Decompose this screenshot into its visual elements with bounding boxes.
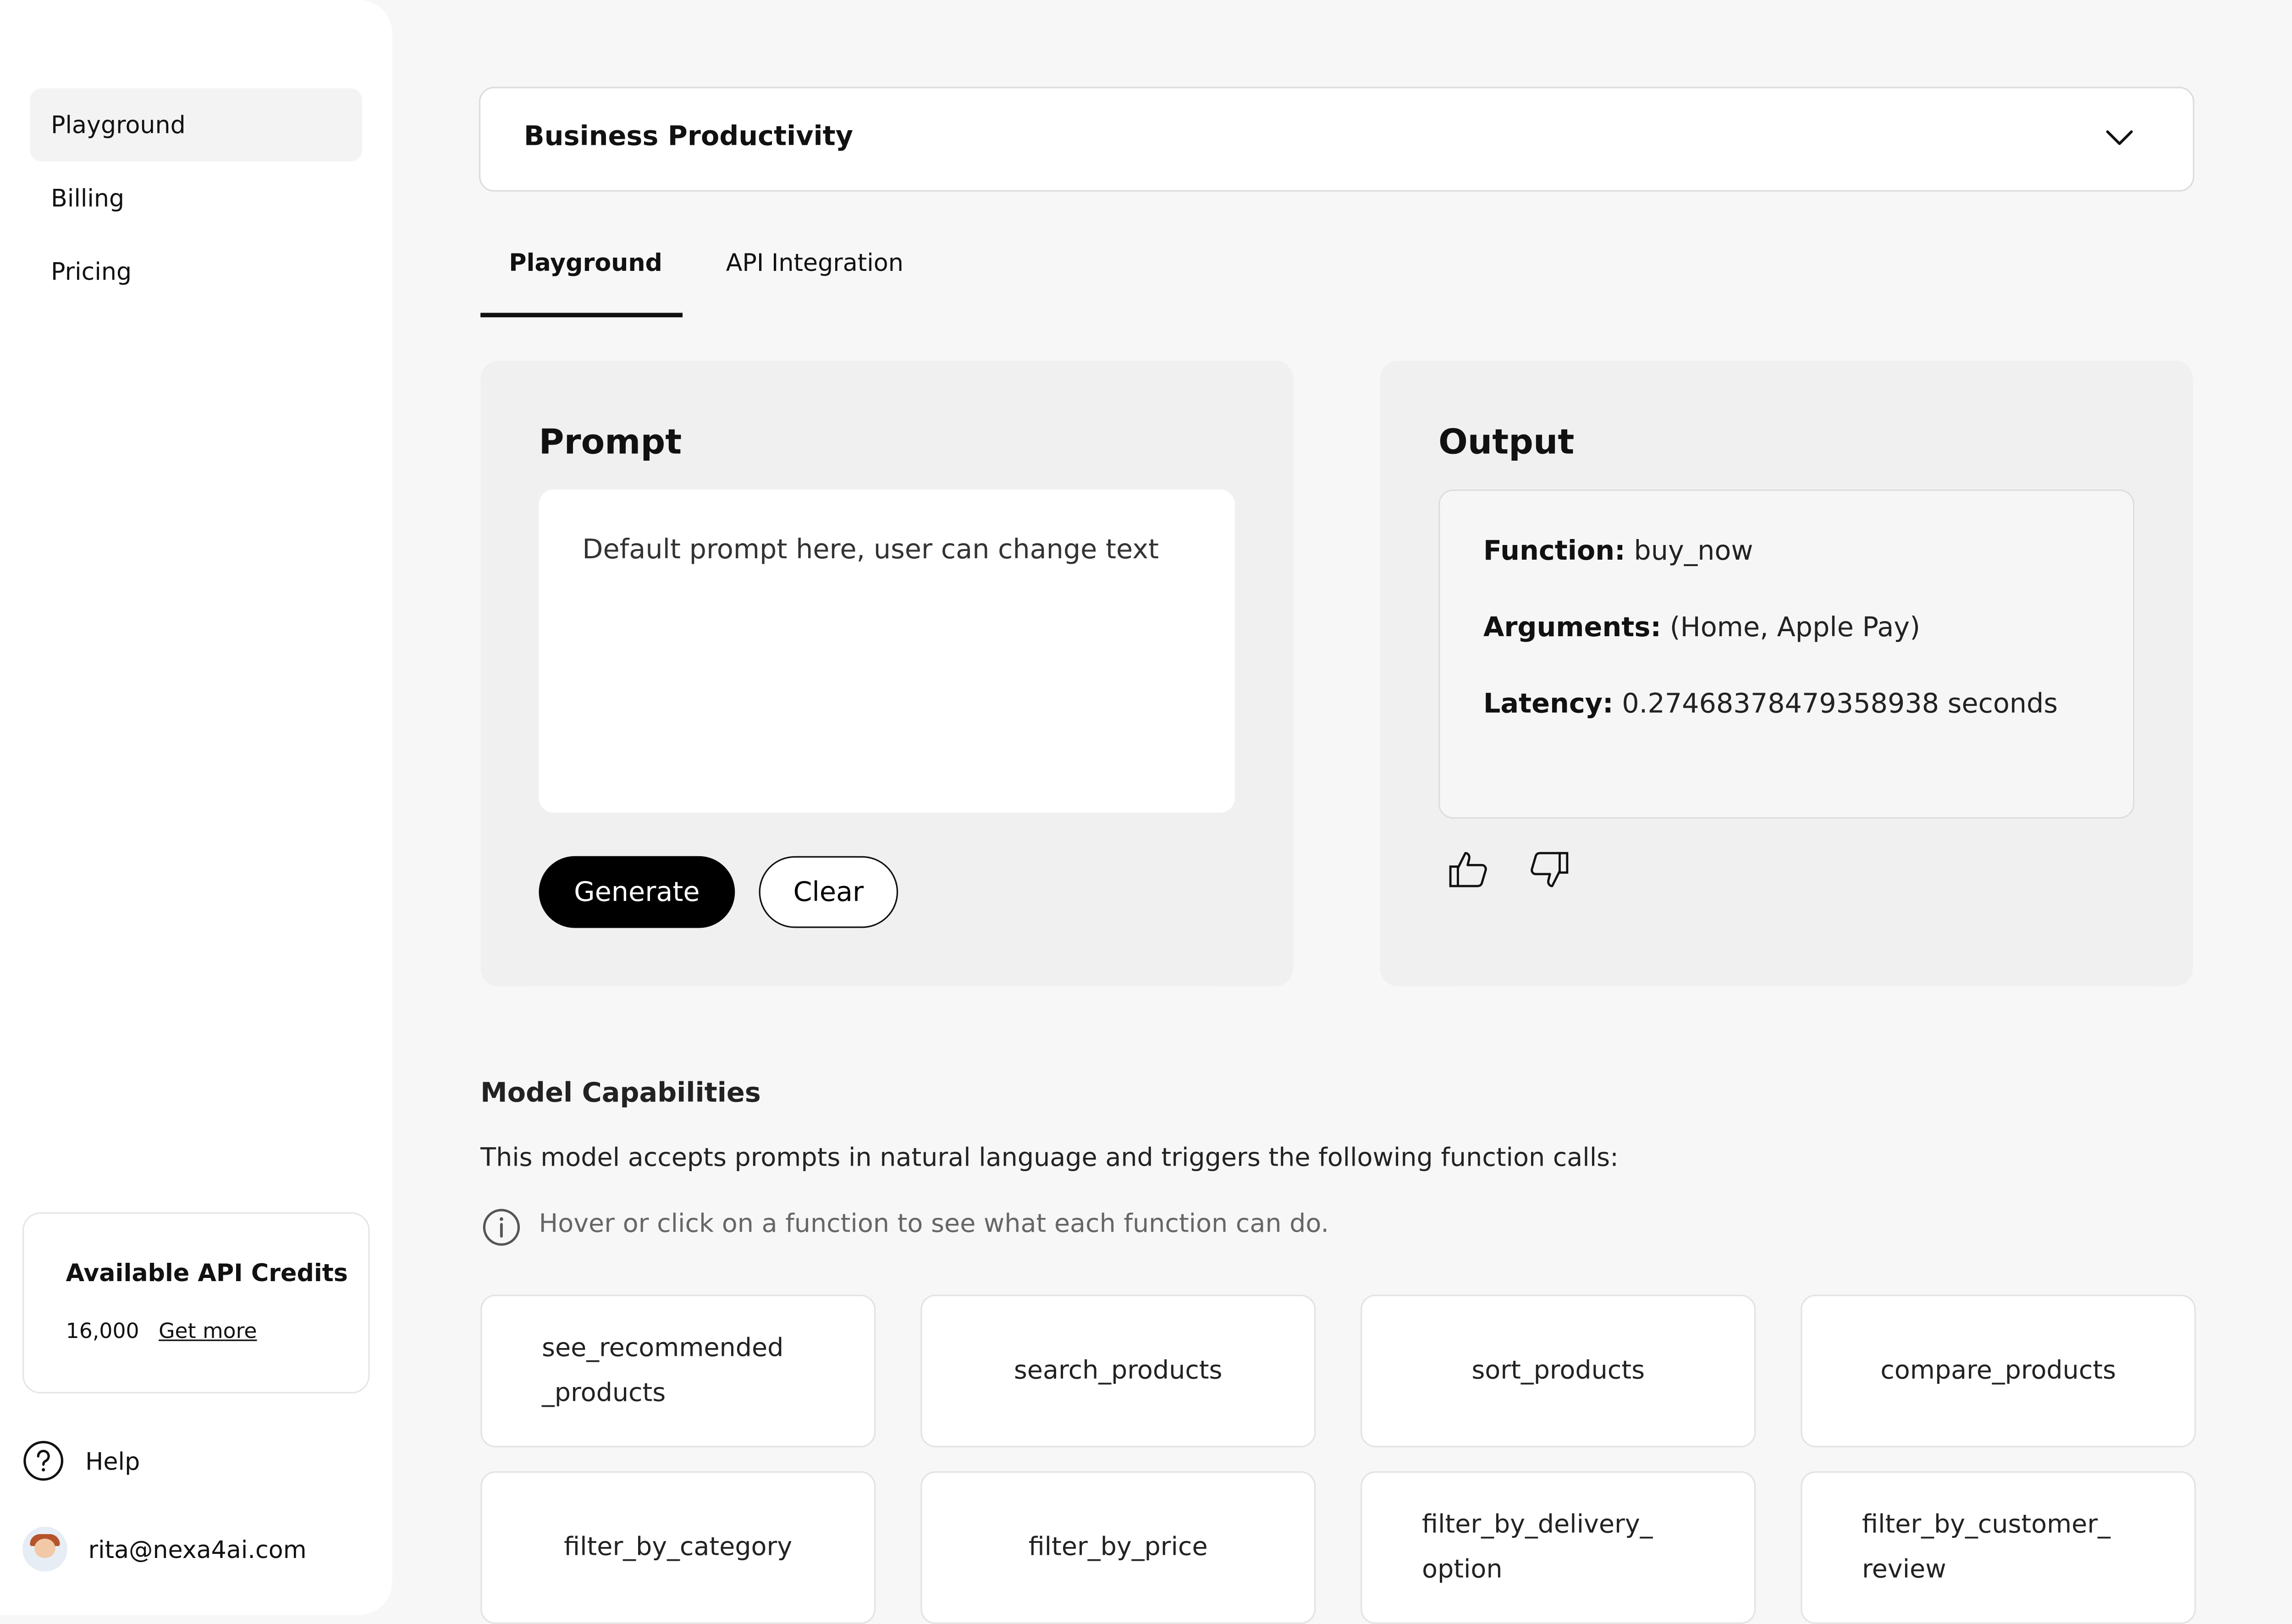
get-more-link[interactable]: Get more — [159, 1320, 257, 1344]
function-card[interactable]: filter_by_delivery_option — [1361, 1471, 1756, 1624]
arguments-label: Arguments: — [1483, 612, 1661, 644]
latency-value: 0.27468378479358938 seconds — [1622, 688, 2058, 720]
prompt-panel: Prompt Default prompt here, user can cha… — [480, 360, 1294, 986]
sidebar-item-billing[interactable]: Billing — [30, 162, 362, 235]
latency-label: Latency: — [1483, 688, 1614, 720]
function-name: see_recommended — [542, 1333, 784, 1364]
function-name: filter_by_category — [564, 1532, 793, 1563]
function-card[interactable]: see_recommended _products — [480, 1294, 876, 1448]
sidebar-item-pricing[interactable]: Pricing — [30, 235, 362, 308]
arguments-value: (Home, Apple Pay) — [1669, 612, 1921, 644]
chevron-down-icon — [2106, 130, 2133, 145]
function-name-cont: option — [1422, 1555, 1503, 1585]
function-card[interactable]: filter_by_price — [920, 1471, 1316, 1624]
dropdown-value: Business Productivity — [523, 121, 854, 153]
tab-playground[interactable]: Playground — [509, 248, 662, 277]
sidebar-item-playground[interactable]: Playground — [30, 88, 363, 162]
function-name-cont: review — [1862, 1555, 1946, 1585]
function-name: sort_products — [1471, 1356, 1645, 1386]
function-name: search_products — [1014, 1356, 1223, 1386]
api-credits-card: Available API Credits 16,000 Get more — [22, 1212, 370, 1393]
clear-button[interactable]: Clear — [759, 856, 898, 928]
function-value: buy_now — [1634, 535, 1753, 567]
function-name: filter_by_delivery_ — [1422, 1510, 1653, 1540]
user-account[interactable]: rita@nexa4ai.com — [22, 1526, 307, 1572]
function-name: compare_products — [1880, 1356, 2116, 1386]
thumbs-down-icon[interactable] — [1527, 847, 1572, 892]
active-tab-indicator — [480, 313, 683, 318]
credits-amount: 16,000 — [66, 1320, 139, 1344]
output-arguments: Arguments: (Home, Apple Pay) — [1483, 612, 1920, 644]
prompt-title: Prompt — [539, 424, 682, 462]
help-button[interactable]: Help — [22, 1438, 140, 1483]
tab-api-integration[interactable]: API Integration — [726, 248, 904, 277]
capabilities-description: This model accepts prompts in natural la… — [480, 1143, 1619, 1173]
output-function: Function: buy_now — [1483, 536, 1753, 567]
function-card[interactable]: search_products — [920, 1294, 1316, 1448]
prompt-input[interactable]: Default prompt here, user can change tex… — [539, 489, 1235, 813]
generate-button[interactable]: Generate — [539, 856, 735, 928]
function-card[interactable]: compare_products — [1801, 1294, 2196, 1448]
user-email: rita@nexa4ai.com — [88, 1535, 307, 1563]
function-name: filter_by_price — [1028, 1532, 1208, 1563]
function-name: filter_by_customer_ — [1862, 1510, 2110, 1540]
output-box: Function: buy_now Arguments: (Home, Appl… — [1438, 489, 2135, 819]
sidebar: Playground Billing Pricing Available API… — [0, 0, 392, 1615]
info-icon — [483, 1209, 520, 1246]
function-card[interactable]: sort_products — [1361, 1294, 1756, 1448]
help-label: Help — [85, 1446, 140, 1475]
output-latency: Latency: 0.27468378479358938 seconds — [1483, 688, 2058, 720]
model-category-dropdown[interactable]: Business Productivity — [479, 87, 2194, 192]
function-card[interactable]: filter_by_customer_review — [1801, 1471, 2196, 1624]
capabilities-hint: Hover or click on a function to see what… — [539, 1209, 1329, 1239]
output-title: Output — [1438, 424, 1575, 462]
capabilities-title: Model Capabilities — [480, 1078, 761, 1109]
thumbs-up-icon[interactable] — [1446, 847, 1491, 892]
function-card[interactable]: filter_by_category — [480, 1471, 876, 1624]
output-panel: Output Function: buy_now Arguments: (Hom… — [1380, 360, 2193, 986]
function-label: Function: — [1483, 535, 1625, 567]
question-circle-icon — [23, 1441, 64, 1481]
avatar — [22, 1526, 67, 1572]
function-name-cont: _products — [542, 1378, 666, 1409]
credits-title: Available API Credits — [66, 1259, 348, 1288]
